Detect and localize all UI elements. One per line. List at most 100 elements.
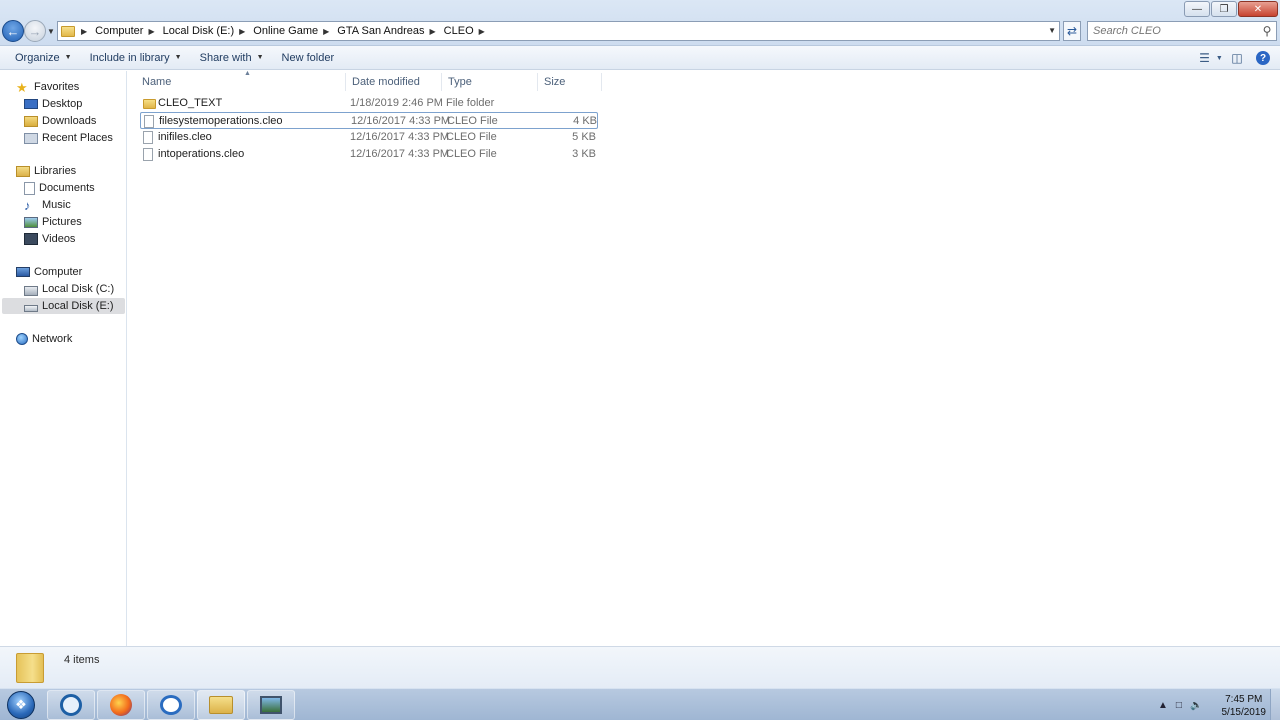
search-input[interactable] — [1088, 25, 1258, 37]
file-icon — [143, 148, 153, 161]
nav-pictures[interactable]: Pictures — [24, 214, 82, 230]
restore-button[interactable]: ❐ — [1211, 1, 1237, 17]
breadcrumb-gta-san-andreas[interactable]: GTA San Andreas — [334, 25, 427, 37]
breadcrumb-chevron-icon[interactable]: ▶ — [477, 27, 490, 36]
forward-button[interactable]: → — [24, 20, 46, 42]
organize-label: Organize — [15, 51, 60, 64]
column-header-label: Size — [544, 76, 566, 88]
nav-network[interactable]: Network — [16, 331, 72, 347]
breadcrumb-local-disk-e[interactable]: Local Disk (E:) — [160, 25, 238, 37]
breadcrumb-chevron-icon[interactable]: ▶ — [146, 27, 159, 36]
navigation-pane: ★ Favorites Desktop Downloads Recent Plac… — [0, 71, 127, 646]
file-size: 3 KB — [572, 148, 596, 160]
back-arrow-icon: ← — [6, 23, 20, 39]
nav-documents[interactable]: Documents — [24, 180, 95, 196]
file-name: CLEO_TEXT — [158, 97, 223, 109]
column-header-label: Name — [142, 76, 172, 88]
nav-label: Pictures — [42, 216, 82, 228]
show-hidden-icons-icon[interactable]: ▲ — [1158, 700, 1168, 711]
show-desktop-button[interactable] — [1270, 689, 1280, 720]
folder-icon — [16, 653, 44, 683]
taskbar-app-1[interactable] — [47, 690, 95, 720]
desktop-icon — [24, 99, 38, 109]
file-type: CLEO File — [446, 131, 497, 143]
address-history-dropdown[interactable]: ▼ — [1048, 26, 1056, 35]
column-header-size[interactable]: Size — [538, 73, 602, 91]
taskbar-explorer[interactable] — [197, 690, 245, 720]
column-header-name[interactable]: Name ▲ — [136, 70, 346, 91]
nav-local-disk-e[interactable]: Local Disk (E:) — [2, 298, 125, 314]
search-icon[interactable]: ⚲ — [1258, 24, 1276, 38]
share-with-button[interactable]: Share with ▼ — [191, 47, 273, 69]
taskbar-app-3[interactable] — [147, 690, 195, 720]
nav-desktop[interactable]: Desktop — [24, 96, 82, 112]
clock-date: 5/15/2019 — [1221, 707, 1267, 718]
details-pane: 4 items — [0, 646, 1280, 688]
command-bar: Organize ▼ Include in library ▼ Share with… — [0, 46, 1280, 70]
recent-pages-dropdown[interactable]: ▼ — [47, 27, 55, 36]
table-row[interactable]: filesystemoperations.cleo 12/16/2017 4:3… — [140, 112, 598, 129]
column-header-date[interactable]: Date modified — [346, 73, 442, 91]
file-date: 12/16/2017 4:33 PM — [351, 115, 451, 127]
window-controls: — ❐ ✕ — [1183, 1, 1278, 17]
taskbar-firefox[interactable] — [97, 690, 145, 720]
nav-libraries[interactable]: Libraries — [16, 163, 76, 179]
address-bar[interactable]: ▶ Computer ▶ Local Disk (E:) ▶ Online Ga… — [57, 21, 1060, 41]
nav-videos[interactable]: Videos — [24, 231, 75, 247]
preview-pane-button[interactable]: ◫ — [1226, 49, 1248, 67]
file-name: inifiles.cleo — [158, 131, 212, 143]
nav-favorites[interactable]: ★ Favorites — [16, 79, 79, 95]
item-count: 4 items — [64, 654, 100, 666]
change-view-button[interactable]: ☰ ▼ — [1199, 49, 1223, 67]
close-button[interactable]: ✕ — [1238, 1, 1278, 17]
nav-label: Local Disk (E:) — [42, 300, 114, 312]
breadcrumb-online-game[interactable]: Online Game — [250, 25, 321, 37]
include-in-library-label: Include in library — [89, 51, 170, 64]
table-row[interactable]: intoperations.cleo 12/16/2017 4:33 PM CL… — [140, 146, 598, 163]
start-button[interactable]: ❖ — [2, 690, 40, 720]
table-row[interactable]: CLEO_TEXT 1/18/2019 2:46 PM File folder — [140, 95, 598, 112]
nav-label: Documents — [39, 182, 95, 194]
network-tray-icon[interactable]: □ — [1176, 700, 1182, 711]
nav-label: Libraries — [34, 165, 77, 177]
nav-recent-places[interactable]: Recent Places — [24, 130, 113, 146]
file-type: CLEO File — [446, 148, 497, 160]
help-icon: ? — [1256, 51, 1270, 65]
help-button[interactable]: ? — [1252, 49, 1274, 67]
breadcrumb-chevron-icon[interactable]: ▶ — [79, 27, 92, 36]
refresh-button[interactable]: ⇄ — [1063, 21, 1081, 41]
taskbar-app-5[interactable] — [247, 690, 295, 720]
breadcrumb-chevron-icon[interactable]: ▶ — [428, 27, 441, 36]
column-header-type[interactable]: Type — [442, 73, 538, 91]
new-folder-button[interactable]: New folder — [273, 47, 344, 69]
volume-icon[interactable]: 🔈 — [1190, 700, 1202, 711]
windows-logo-icon: ❖ — [7, 691, 35, 719]
file-date: 12/16/2017 4:33 PM — [350, 148, 450, 160]
breadcrumb-computer[interactable]: Computer — [92, 25, 146, 37]
search-box[interactable]: ⚲ — [1087, 21, 1277, 41]
view-list-icon: ☰ — [1199, 51, 1210, 65]
system-drive-icon — [24, 286, 38, 296]
videos-icon — [24, 233, 38, 245]
back-button[interactable]: ← — [2, 20, 24, 42]
nav-music[interactable]: ♪ Music — [24, 197, 71, 213]
file-date: 12/16/2017 4:33 PM — [350, 131, 450, 143]
breadcrumb-chevron-icon[interactable]: ▶ — [237, 27, 250, 36]
nav-computer[interactable]: Computer — [16, 264, 82, 280]
include-in-library-button[interactable]: Include in library ▼ — [81, 47, 191, 69]
table-row[interactable]: inifiles.cleo 12/16/2017 4:33 PM CLEO Fi… — [140, 129, 598, 146]
downloads-icon — [24, 115, 38, 127]
nav-label: Music — [42, 199, 71, 211]
organize-button[interactable]: Organize ▼ — [6, 47, 81, 69]
file-name: intoperations.cleo — [158, 148, 245, 160]
breadcrumb-cleo[interactable]: CLEO — [441, 25, 477, 37]
computer-icon — [16, 267, 30, 277]
nav-downloads[interactable]: Downloads — [24, 113, 96, 129]
clock[interactable]: 7:45 PM 5/15/2019 — [1222, 693, 1267, 719]
minimize-button[interactable]: — — [1184, 1, 1210, 17]
nav-label: Videos — [42, 233, 76, 245]
breadcrumb-chevron-icon[interactable]: ▶ — [321, 27, 334, 36]
nav-local-disk-c[interactable]: Local Disk (C:) — [24, 281, 114, 297]
file-type: File folder — [446, 97, 495, 109]
file-size: 4 KB — [573, 115, 597, 127]
